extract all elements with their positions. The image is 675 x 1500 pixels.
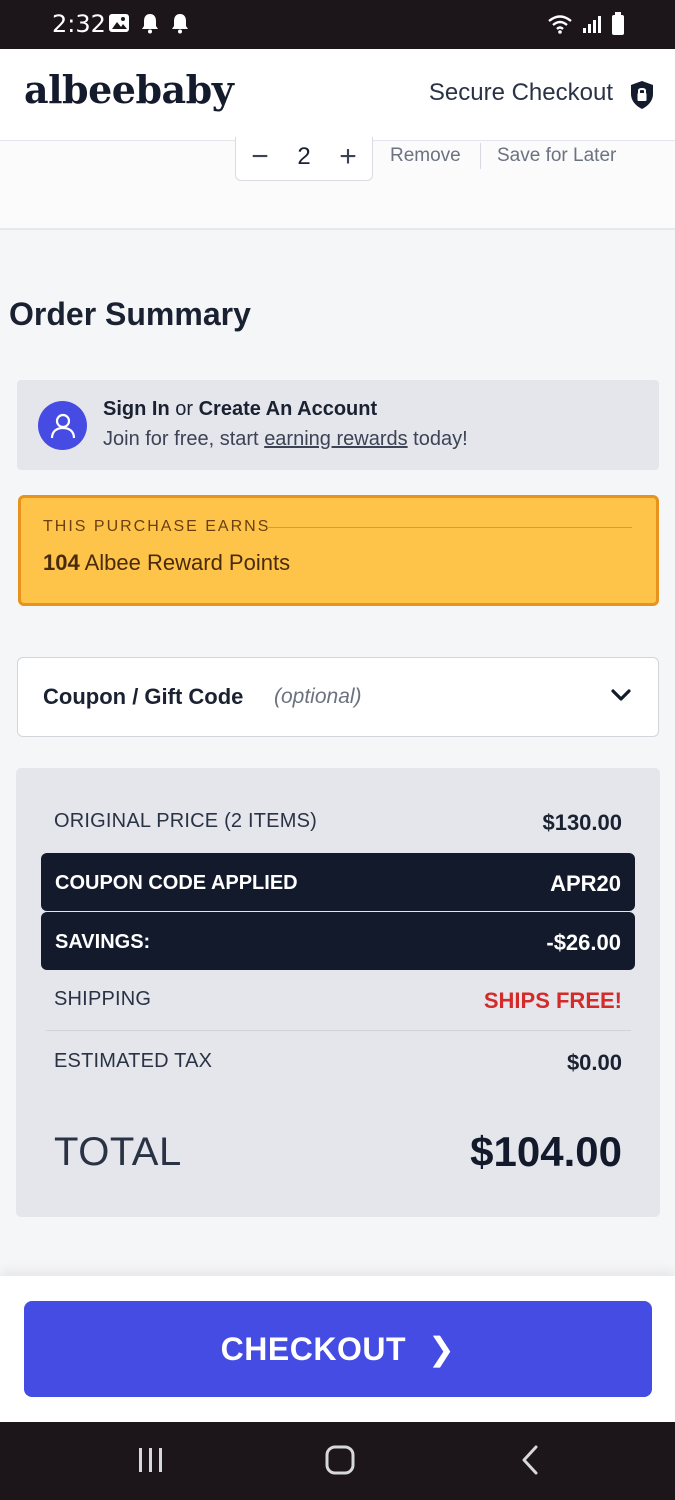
signin-card[interactable]: Sign In or Create An Account Join for fr… — [17, 380, 659, 470]
signin-or: or — [175, 398, 194, 420]
savings-value: -$26.00 — [546, 930, 621, 955]
coupon-applied-value: APR20 — [550, 871, 621, 896]
earning-rewards-link[interactable]: earning rewards — [264, 428, 407, 450]
coupon-applied-row: COUPON CODE APPLIED APR20 — [41, 853, 635, 911]
decrease-quantity-button[interactable]: − — [240, 139, 280, 175]
original-price-label: ORIGINAL PRICE (2 ITEMS) — [54, 810, 317, 832]
cart-item-actions: − 2 + Remove Save for Later — [0, 137, 675, 230]
home-icon[interactable] — [324, 1444, 356, 1476]
join-prefix: Join for free, start — [103, 428, 259, 450]
price-divider — [46, 1030, 631, 1031]
sign-in-link[interactable]: Sign In — [103, 398, 170, 420]
secure-checkout-label: Secure Checkout — [428, 79, 613, 106]
albeebaby-logo[interactable]: albeebaby — [24, 67, 234, 112]
checkout-button[interactable]: CHECKOUT ❯ — [24, 1301, 652, 1397]
total-value: $104.00 — [470, 1128, 622, 1175]
estimated-tax-label: ESTIMATED TAX — [54, 1050, 213, 1072]
lock-shield-icon — [631, 81, 653, 109]
actions-divider — [480, 143, 481, 169]
signin-subtext: Join for free, start earning rewards tod… — [103, 428, 468, 451]
price-summary-card: ORIGINAL PRICE (2 ITEMS) $130.00 COUPON … — [16, 768, 660, 1217]
battery-icon — [612, 12, 624, 35]
rewards-points-card: THIS PURCHASE EARNS 104 Albee Reward Poi… — [18, 495, 659, 606]
recent-apps-icon[interactable] — [136, 1444, 166, 1476]
user-avatar-icon — [38, 401, 87, 450]
back-icon[interactable] — [518, 1444, 542, 1476]
total-label: TOTAL — [54, 1130, 182, 1174]
quantity-stepper: − 2 + — [235, 137, 373, 181]
coupon-applied-label: COUPON CODE APPLIED — [55, 872, 298, 894]
rewards-divider — [267, 527, 632, 528]
quantity-value[interactable]: 2 — [284, 141, 324, 173]
status-notification-icons — [108, 12, 190, 34]
rewards-points-text: 104 Albee Reward Points — [43, 550, 290, 576]
original-price-value: $130.00 — [542, 810, 622, 835]
coupon-code-toggle[interactable]: Coupon / Gift Code (optional) — [17, 657, 659, 737]
coupon-optional-label: (optional) — [274, 685, 362, 708]
savings-label: SAVINGS: — [55, 931, 151, 953]
remove-item-link[interactable]: Remove — [390, 145, 461, 167]
chevron-right-icon: ❯ — [428, 1331, 456, 1367]
status-time: 2:32 — [52, 10, 106, 38]
site-header: albeebaby Secure Checkout — [0, 49, 675, 141]
system-navigation-bar — [0, 1422, 675, 1500]
shipping-value: SHIPS FREE! — [483, 988, 622, 1013]
estimated-tax-value: $0.00 — [566, 1050, 622, 1075]
rewards-points-value: 104 — [43, 550, 80, 575]
save-for-later-link[interactable]: Save for Later — [497, 145, 616, 167]
signal-icon — [583, 16, 601, 33]
order-summary-title: Order Summary — [9, 296, 251, 332]
create-account-link[interactable]: Create An Account — [199, 398, 378, 420]
chevron-down-icon[interactable] — [610, 688, 632, 704]
rewards-points-label: Albee Reward Points — [84, 550, 291, 575]
join-suffix: today! — [413, 428, 468, 450]
gallery-icon — [109, 14, 129, 32]
bell-icon — [172, 14, 188, 34]
rewards-eyebrow: THIS PURCHASE EARNS — [43, 518, 271, 535]
status-system-icons — [547, 12, 625, 36]
coupon-label: Coupon / Gift Code — [43, 684, 244, 709]
savings-row: SAVINGS: -$26.00 — [41, 912, 635, 970]
shipping-label: SHIPPING — [54, 988, 152, 1010]
checkout-footer: CHECKOUT ❯ — [0, 1276, 675, 1422]
increase-quantity-button[interactable]: + — [328, 139, 368, 175]
wifi-icon — [548, 15, 572, 34]
signin-heading: Sign In or Create An Account — [103, 398, 377, 421]
checkout-label: CHECKOUT — [220, 1330, 406, 1367]
bell-icon — [142, 14, 158, 34]
status-bar: 2:32 — [0, 0, 675, 49]
